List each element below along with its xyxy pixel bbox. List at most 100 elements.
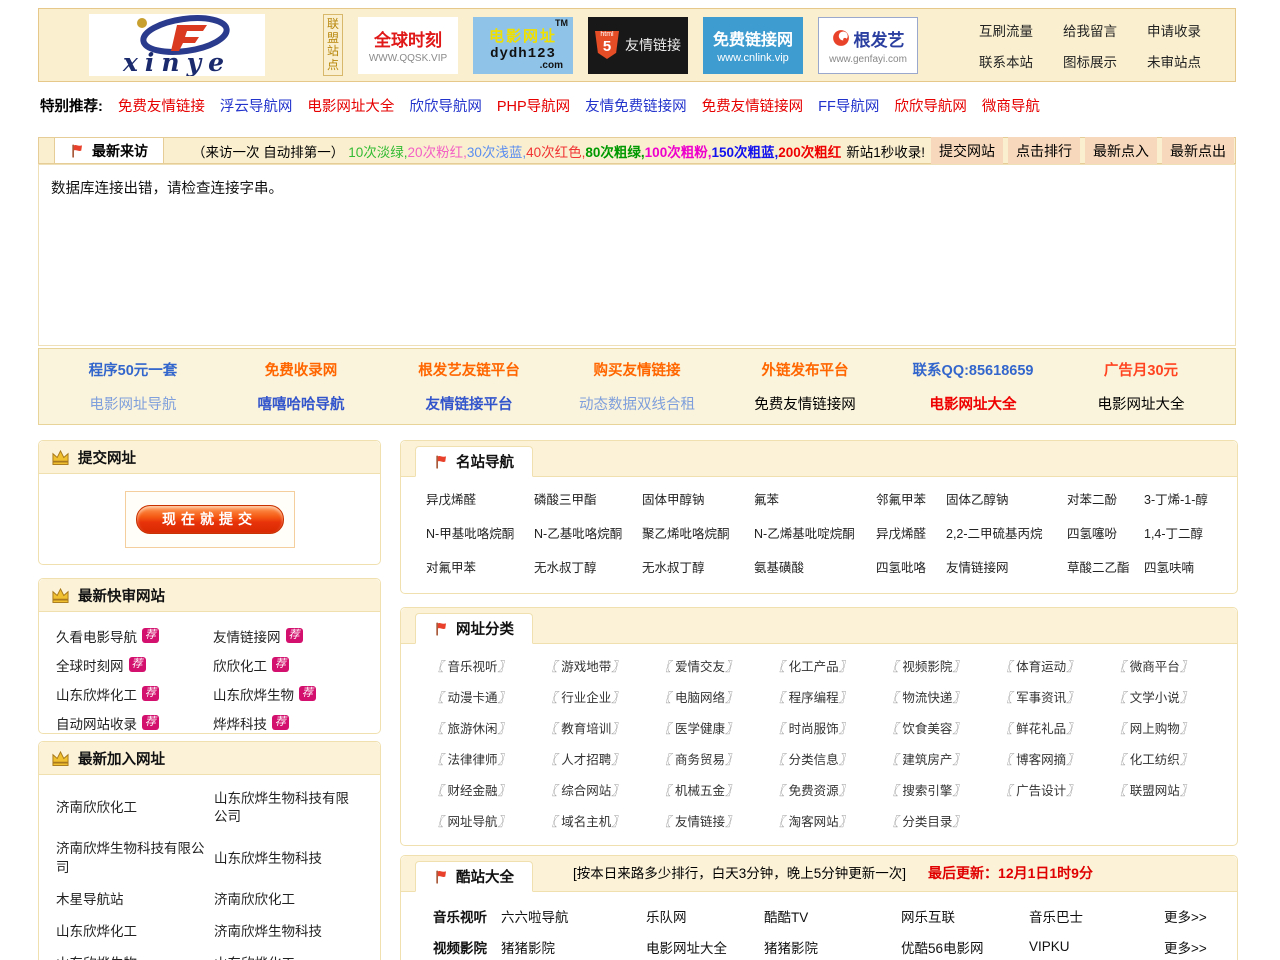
recommend-link[interactable]: 欣欣导航网: [894, 95, 967, 116]
famous-site-link[interactable]: 无水叔丁醇: [642, 557, 754, 576]
cool-site-link[interactable]: 猪猪影院: [764, 937, 901, 957]
fast-review-link[interactable]: 久看电影导航: [56, 626, 137, 646]
ad-link[interactable]: 电影网址导航: [90, 393, 177, 414]
newly-added-link[interactable]: 济南欣烨生物科技: [214, 916, 368, 948]
ad-link[interactable]: 免费收录网: [265, 359, 338, 380]
category-link[interactable]: 搜索引擎: [902, 784, 952, 798]
famous-site-link[interactable]: 氟苯: [754, 489, 876, 508]
newly-added-link[interactable]: 济南欣欣化工: [56, 783, 214, 833]
category-link[interactable]: 广告设计: [1016, 784, 1066, 798]
category-link[interactable]: 综合网站: [561, 784, 611, 798]
newly-added-link[interactable]: 山东欣烨生物科技: [214, 833, 368, 883]
ad-link[interactable]: 嘻嘻哈哈导航: [258, 393, 345, 414]
fast-review-link[interactable]: 烨烨科技: [213, 713, 267, 733]
famous-site-link[interactable]: 固体乙醇钠: [946, 489, 1067, 508]
header-link[interactable]: 互刷流量: [979, 20, 1033, 40]
ad-link[interactable]: 电影网址大全: [930, 393, 1017, 414]
ad-link[interactable]: 广告月30元: [1104, 359, 1178, 380]
category-link[interactable]: 淘客网站: [789, 815, 839, 829]
fast-review-link[interactable]: 山东欣烨生物: [213, 684, 294, 704]
recommend-link[interactable]: 电影网址大全: [307, 95, 394, 116]
category-link[interactable]: 鲜花礼品: [1016, 722, 1066, 736]
cool-category-link[interactable]: 音乐视听: [433, 906, 501, 926]
category-link[interactable]: 联盟网站: [1130, 784, 1180, 798]
category-link[interactable]: 爱情交友: [675, 660, 725, 674]
cool-site-link[interactable]: 优酷56电影网: [901, 937, 1029, 957]
recommend-link[interactable]: 欣欣导航网: [409, 95, 482, 116]
category-link[interactable]: 网址导航: [448, 815, 498, 829]
category-link[interactable]: 军事资讯: [1016, 691, 1066, 705]
latest-visitors-tab[interactable]: 最新来访: [54, 138, 164, 163]
ad-link[interactable]: 联系QQ:85618659: [913, 359, 1034, 380]
cool-site-link[interactable]: 六六啦导航: [501, 906, 646, 926]
category-link[interactable]: 游戏地带: [561, 660, 611, 674]
category-link[interactable]: 友情链接: [675, 815, 725, 829]
visitor-bar-button[interactable]: 提交网站: [931, 137, 1003, 165]
recommend-link[interactable]: 浮云导航网: [220, 95, 293, 116]
ad-link[interactable]: 外链发布平台: [762, 359, 849, 380]
ad-link[interactable]: 免费友情链接网: [754, 393, 856, 414]
famous-site-link[interactable]: 四氢吡咯: [876, 557, 946, 576]
category-link[interactable]: 域名主机: [561, 815, 611, 829]
category-link[interactable]: 分类目录: [902, 815, 952, 829]
category-link[interactable]: 医学健康: [675, 722, 725, 736]
recommend-link[interactable]: FF导航网: [818, 95, 879, 116]
fast-review-link[interactable]: 友情链接网: [213, 626, 281, 646]
visitor-bar-button[interactable]: 最新点出: [1162, 137, 1234, 165]
recommend-link[interactable]: 友情免费链接网: [585, 95, 687, 116]
category-link[interactable]: 音乐视听: [448, 660, 498, 674]
category-link[interactable]: 分类信息: [789, 753, 839, 767]
famous-site-link[interactable]: 氨基磺酸: [754, 557, 876, 576]
submit-now-button[interactable]: 现在就提交: [136, 505, 284, 534]
cool-site-link[interactable]: VIPKU: [1029, 939, 1164, 954]
visitor-bar-button[interactable]: 最新点入: [1085, 137, 1157, 165]
cool-site-link[interactable]: 电影网址大全: [646, 937, 764, 957]
famous-site-link[interactable]: 邻氟甲苯: [876, 489, 946, 508]
category-link[interactable]: 商务贸易: [675, 753, 725, 767]
cool-site-link[interactable]: 网乐互联: [901, 906, 1029, 926]
famous-site-link[interactable]: N-甲基吡咯烷酮: [426, 523, 534, 542]
famous-site-link[interactable]: 聚乙烯吡咯烷酮: [642, 523, 754, 542]
newly-added-link[interactable]: 济南欣欣化工: [214, 884, 368, 916]
category-link[interactable]: 旅游休闲: [448, 722, 498, 736]
newly-added-link[interactable]: 山东欣烨化工: [56, 916, 214, 948]
cool-sites-tab[interactable]: 酷站大全: [415, 861, 533, 892]
visitor-bar-button[interactable]: 点击排行: [1008, 137, 1080, 165]
category-link[interactable]: 人才招聘: [561, 753, 611, 767]
category-link[interactable]: 视频影院: [902, 660, 952, 674]
fast-review-link[interactable]: 欣欣化工: [213, 655, 267, 675]
banner-html5-links[interactable]: html 5 友情链接: [588, 17, 688, 74]
banner-dydh123[interactable]: TM 电影网址 dydh123 .com: [473, 17, 573, 74]
site-logo[interactable]: xinye: [89, 14, 265, 76]
category-link[interactable]: 体育运动: [1016, 660, 1066, 674]
category-link[interactable]: 化工纺织: [1130, 753, 1180, 767]
more-link[interactable]: 更多>>: [1164, 937, 1225, 957]
category-link[interactable]: 微商平台: [1130, 660, 1180, 674]
famous-site-link[interactable]: 草酸二乙酯: [1067, 557, 1144, 576]
famous-site-link[interactable]: 异戊烯醛: [426, 489, 534, 508]
cool-site-link[interactable]: 音乐巴士: [1029, 906, 1164, 926]
newly-added-link[interactable]: 木星导航站: [56, 884, 214, 916]
header-link[interactable]: 未审站点: [1147, 51, 1201, 71]
newly-added-link[interactable]: 山东欣烨生物科技有限公司: [214, 783, 368, 833]
newly-added-link[interactable]: 山东欣烨生物: [56, 948, 214, 960]
recommend-link[interactable]: 免费友情链接: [118, 95, 205, 116]
more-link[interactable]: 更多>>: [1164, 906, 1225, 926]
category-link[interactable]: 程序编程: [789, 691, 839, 705]
famous-sites-tab[interactable]: 名站导航: [415, 446, 533, 477]
category-link[interactable]: 动漫卡通: [448, 691, 498, 705]
famous-site-link[interactable]: 磷酸三甲酯: [534, 489, 642, 508]
fast-review-link[interactable]: 山东欣烨化工: [56, 684, 137, 704]
banner-genfayi[interactable]: 根发艺 www.genfayi.com: [818, 17, 918, 74]
header-link[interactable]: 申请收录: [1147, 20, 1201, 40]
famous-site-link[interactable]: N-乙基吡咯烷酮: [534, 523, 642, 542]
famous-site-link[interactable]: 1,4-丁二醇: [1144, 523, 1237, 542]
famous-site-link[interactable]: 四氢呋喃: [1144, 557, 1237, 576]
category-link[interactable]: 财经金融: [448, 784, 498, 798]
category-link[interactable]: 教育培训: [561, 722, 611, 736]
cool-category-link[interactable]: 视频影院: [433, 937, 501, 957]
category-link[interactable]: 建筑房产: [902, 753, 952, 767]
header-link[interactable]: 给我留言: [1063, 20, 1117, 40]
cool-site-link[interactable]: 乐队网: [646, 906, 764, 926]
cool-site-link[interactable]: 酷酷TV: [764, 906, 901, 926]
